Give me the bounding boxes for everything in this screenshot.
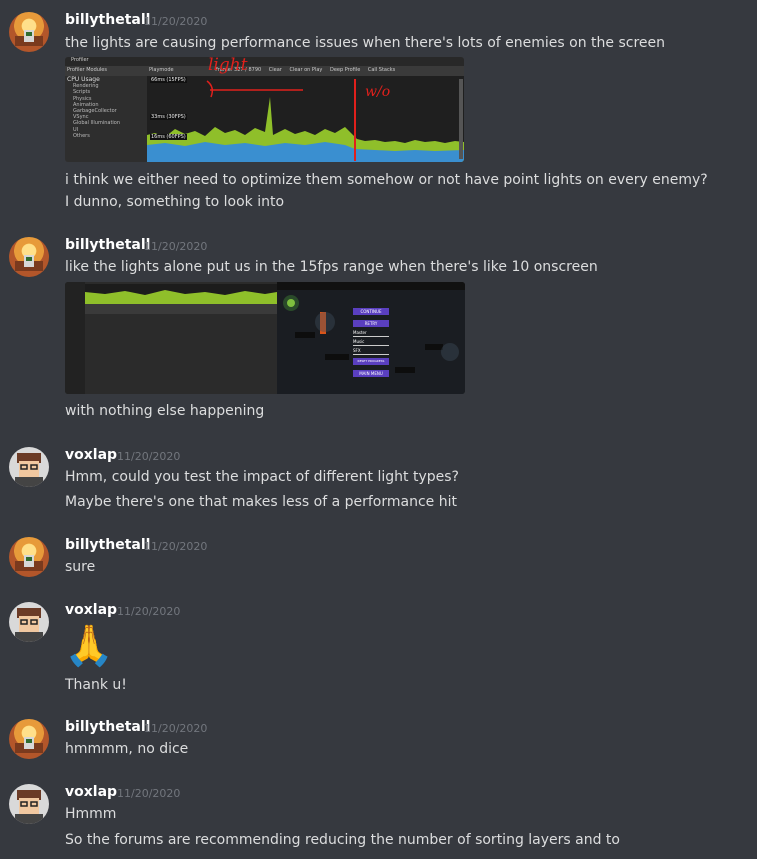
timestamp: 11/20/2020 xyxy=(117,450,181,463)
message-text: Hmmm xyxy=(65,806,117,822)
avatar-image xyxy=(15,544,43,571)
avatar[interactable] xyxy=(9,537,49,577)
avatar[interactable] xyxy=(9,719,49,759)
master-volume-label: Master xyxy=(353,330,367,335)
timestamp: 11/20/2020 xyxy=(144,540,208,553)
legend-global-illumination: Global Illumination xyxy=(73,120,121,127)
reset-progress-button[interactable]: RESET PROGRESS xyxy=(353,358,389,365)
playmode-dropdown[interactable]: Playmode xyxy=(149,67,174,73)
avatar-image xyxy=(9,784,49,824)
message-text: Thank u! xyxy=(65,677,127,693)
username[interactable]: billythetall xyxy=(65,537,150,553)
clear-button[interactable]: Clear xyxy=(269,67,282,73)
profiler-modules-label: Profiler Modules xyxy=(67,67,107,73)
message-text: with nothing else happening xyxy=(65,403,265,419)
profiler-toolbar: Playmode Frame: 327 / 8790 Clear Clear o… xyxy=(149,67,395,73)
profiler-screenshot[interactable]: Profiler Profiler Modules Playmode Frame… xyxy=(65,57,464,162)
main-menu-button[interactable]: MAIN MENU xyxy=(353,370,389,377)
avatar[interactable] xyxy=(9,784,49,824)
pause-menu: CONTINUE RETRY Master Music SFX RESET PR… xyxy=(353,308,389,377)
avatar[interactable] xyxy=(9,237,49,277)
avatar[interactable] xyxy=(9,12,49,52)
timestamp: 11/20/2020 xyxy=(144,15,208,28)
call-stacks-button[interactable]: Call Stacks xyxy=(368,67,395,73)
avatar-image xyxy=(9,447,49,487)
retry-button[interactable]: RETRY xyxy=(353,320,389,327)
message-text: So the forums are recommending reducing … xyxy=(65,832,620,848)
music-volume-slider[interactable] xyxy=(353,345,389,346)
frame-time-label-33: 33ms (30FPS) xyxy=(150,114,187,120)
avatar-image xyxy=(15,726,43,753)
message-text: I dunno, something to look into xyxy=(65,194,285,210)
message-text: like the lights alone put us in the 15fp… xyxy=(65,259,598,275)
username[interactable]: voxlap xyxy=(65,602,117,618)
timestamp: 11/20/2020 xyxy=(117,787,181,800)
master-volume-slider[interactable] xyxy=(353,336,389,337)
username[interactable]: billythetall xyxy=(65,719,150,735)
legend-others: Others xyxy=(73,132,90,139)
frame-time-label-66: 66ms (15FPS) xyxy=(150,77,187,83)
avatar[interactable] xyxy=(9,447,49,487)
message-text: Hmm, could you test the impact of differ… xyxy=(65,469,459,485)
message-text: hmmmm, no dice xyxy=(65,741,189,757)
deep-profile-button[interactable]: Deep Profile xyxy=(330,67,360,73)
avatar-image xyxy=(15,244,43,271)
username[interactable]: voxlap xyxy=(65,447,117,463)
message-text: i think we either need to optimize them … xyxy=(65,172,708,188)
annotation-light: light xyxy=(208,57,248,75)
timestamp: 11/20/2020 xyxy=(144,722,208,735)
username[interactable]: billythetall xyxy=(65,12,150,28)
sfx-volume-slider[interactable] xyxy=(353,354,389,355)
continue-button[interactable]: CONTINUE xyxy=(353,308,389,315)
avatar-image xyxy=(15,19,43,46)
message-text: sure xyxy=(65,559,96,575)
timestamp: 11/20/2020 xyxy=(144,240,208,253)
profiler-tab[interactable]: Profiler xyxy=(71,57,89,63)
annotation-without: w/o xyxy=(365,84,391,100)
avatar[interactable] xyxy=(9,602,49,642)
username[interactable]: voxlap xyxy=(65,784,117,800)
profiler-sidebar: CPU Usage Rendering Scripts Physics Anim… xyxy=(67,76,121,139)
username[interactable]: billythetall xyxy=(65,237,150,253)
music-volume-label: Music xyxy=(353,339,365,344)
clear-on-play-button[interactable]: Clear on Play xyxy=(289,67,322,73)
sfx-volume-label: SFX xyxy=(353,348,361,353)
game-screenshot[interactable]: CONTINUE RETRY Master Music SFX RESET PR… xyxy=(65,282,465,394)
message-text: Maybe there's one that makes less of a p… xyxy=(65,494,457,510)
avatar-image xyxy=(9,602,49,642)
frame-time-label-16: 16ms (60FPS) xyxy=(150,134,187,140)
message-text: the lights are causing performance issue… xyxy=(65,35,666,51)
timestamp: 11/20/2020 xyxy=(117,605,181,618)
praying-hands-emoji: 🙏 xyxy=(64,623,114,669)
